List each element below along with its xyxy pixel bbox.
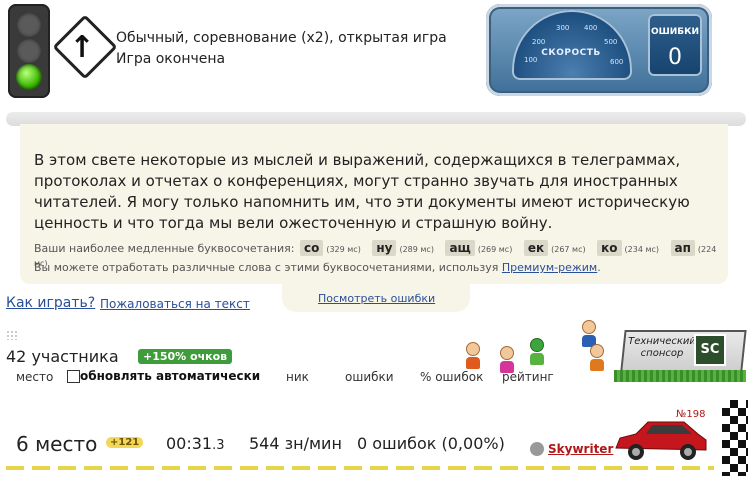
combo-ms: (269 мс) [477,245,513,254]
premium-mode-link[interactable]: Премиум-режим [502,261,597,274]
arrow-up-icon: ↑ [69,30,95,65]
gauge-tick: 200 [532,38,546,46]
person-icon [500,346,514,373]
premium-hint: Вы можете отработать различные слова с э… [34,261,601,274]
user-avatar-icon [530,442,544,456]
finish-flag-icon [722,400,748,476]
traffic-light-red-lamp [16,12,42,38]
how-to-play-link[interactable]: Как играть? [6,295,95,311]
person-icon [590,344,604,371]
bonus-badge: +150% очков [138,349,233,364]
gauge-tick: 400 [584,24,598,32]
column-errors-pct: % ошибок [420,370,484,384]
errors-value: 0 [668,45,682,70]
combo-chip: ащ [445,240,475,256]
sponsor-line1: Технический [628,336,696,347]
combo-ms: (267 мс) [551,245,586,254]
result-time: 00:31.3 [166,434,225,453]
speed-label: СКОРОСТЬ [541,48,601,58]
sponsor-text: Технический спонсор [624,336,700,360]
view-errors-link[interactable]: Посмотреть ошибки [318,292,435,305]
participants-count: 42 участника [6,347,119,366]
combo-chip: ко [597,240,622,256]
result-errors: 0 ошибок (0,00%) [357,434,505,453]
combo-ms: (234 мс) [624,245,660,254]
combo-chip: ек [523,240,549,256]
person-icon [582,320,596,347]
road-line [6,466,714,470]
auto-update-checkbox[interactable] [67,370,80,383]
auto-update-label[interactable]: обновлять автоматически [80,369,260,383]
combo-chip: ап [670,240,695,256]
combo-chip: со [299,240,324,256]
time-fraction: .3 [212,438,225,453]
place-bonus-badge: +121 [106,437,144,448]
column-nick: ник [286,370,309,384]
game-status: Игра окончена [116,51,226,67]
gauge-tick: 600 [610,58,624,66]
result-place: 6 место [16,432,98,456]
traffic-light-green-lamp [16,64,42,90]
premium-hint-suffix: . [597,261,601,274]
sponsor-logo: SC [694,334,726,366]
plant-icon [530,338,544,365]
drag-handle-icon [6,330,18,340]
sponsor-line2: спонсор [640,348,684,359]
combo-chip: ну [372,240,397,256]
car-icon [615,421,707,460]
grass-decoration [614,370,746,382]
time-main: 00:31 [166,434,213,453]
racer-name-link[interactable]: Skywriter [548,442,613,456]
person-icon [466,342,480,369]
traffic-light-yellow-lamp [16,38,42,64]
column-errors: ошибки [345,370,394,384]
traffic-light-icon [8,4,50,98]
combo-ms: (289 мс) [399,245,434,254]
gauge-tick: 500 [604,38,618,46]
typed-text: В этом свете некоторые из мыслей и выраж… [34,151,690,232]
premium-hint-text: Вы можете отработать различные слова с э… [34,261,499,274]
result-speed: 544 зн/мин [249,434,342,453]
gauge-tick: 300 [556,24,570,32]
complain-text-link[interactable]: Пожаловаться на текст [100,297,250,311]
errors-label: ОШИБКИ [650,27,700,37]
column-place: место [16,370,54,384]
game-type: Обычный, соревнование (x2), открытая игр… [116,30,447,46]
slow-combos-label: Ваши наиболее медленные буквосочетания: [34,242,295,255]
combo-ms: (329 мс) [326,245,361,254]
